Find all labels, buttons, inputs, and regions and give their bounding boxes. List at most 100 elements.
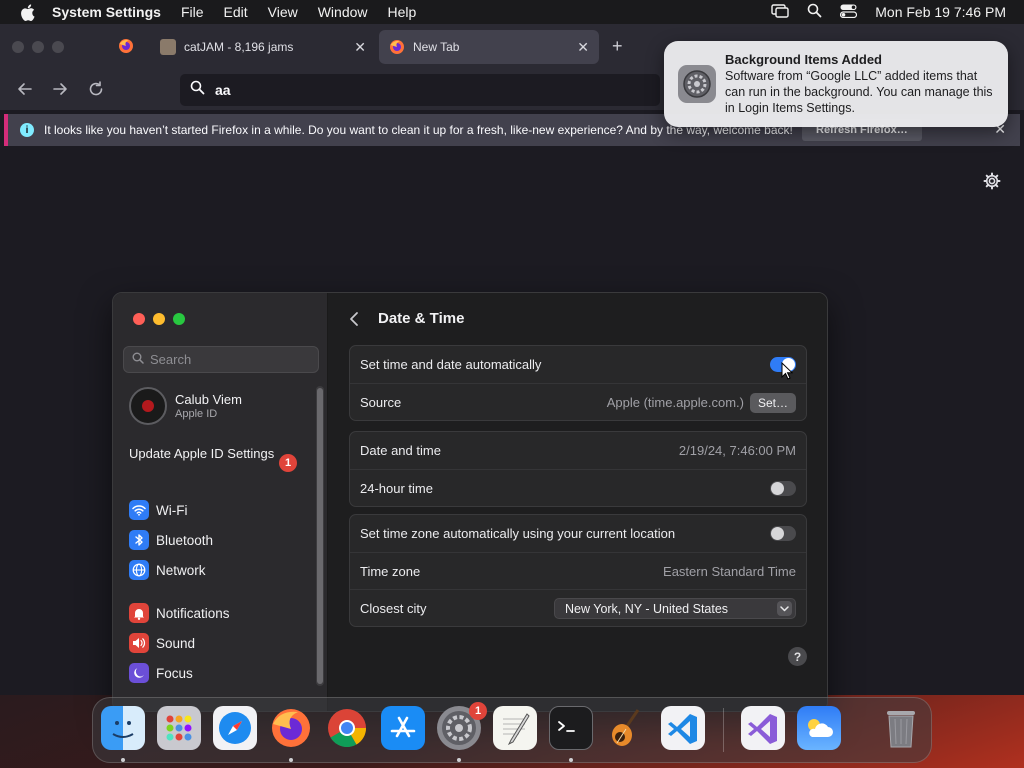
hour24-row: 24-hour time [350,469,806,506]
sidebar-item-sound[interactable]: Sound [129,632,195,654]
timezone-row: Time zone Eastern Standard Time [350,552,806,589]
sidebar-item-bluetooth[interactable]: Bluetooth [129,529,213,551]
account-name: Calub Viem [175,392,242,407]
finder-icon[interactable] [101,706,145,750]
launchpad-icon[interactable] [157,706,201,750]
reload-icon[interactable] [87,80,105,103]
menu-edit[interactable]: Edit [224,4,248,20]
control-center-icon[interactable] [840,4,858,21]
pinned-firefox-tab[interactable] [108,30,144,64]
page-title: Date & Time [378,310,465,327]
closest-city-select[interactable]: New York, NY - United States [554,598,796,619]
close-tab-icon[interactable]: ✕ [354,39,366,56]
close-tab-icon[interactable]: ✕ [577,39,589,56]
info-icon: i [20,123,34,137]
app-store-icon[interactable] [381,706,425,750]
menu-file[interactable]: File [181,4,204,20]
vscode-icon[interactable] [661,706,705,750]
wifi-icon [129,500,149,520]
close-window-button[interactable] [12,41,24,53]
firefox-logo-icon [118,38,134,57]
date-time-row: Date and time 2/19/24, 7:46:00 PM [350,432,806,469]
spotlight-search-icon[interactable] [807,3,822,21]
gear-icon[interactable] [983,172,1001,195]
search-icon [190,80,205,100]
sidebar-item-network[interactable]: Network [129,559,206,581]
running-indicator [289,758,293,762]
avatar [129,387,167,425]
search-input[interactable] [150,352,310,367]
zoom-window-button[interactable] [52,41,64,53]
address-bar[interactable]: aa [180,74,660,106]
source-value: Apple (time.apple.com.) [606,395,744,410]
sidebar-item-label: Wi-Fi [156,502,188,518]
sidebar-item-notifications[interactable]: Notifications [129,602,230,624]
minimize-window-button[interactable] [153,313,165,325]
address-bar-text[interactable]: aa [215,82,231,98]
date-time-pane: Date & Time Set time and date automatica… [328,293,827,711]
apple-id-account[interactable]: Calub Viem Apple ID [129,387,242,425]
textedit-icon[interactable] [493,706,537,750]
forward-arrow-icon[interactable] [51,80,69,103]
date-time-value: 2/19/24, 7:46:00 PM [678,443,796,458]
menu-window[interactable]: Window [318,4,368,20]
firefox-window-controls [12,41,64,53]
tab-title: New Tab [413,40,460,54]
terminal-icon[interactable] [549,706,593,750]
safari-icon[interactable] [213,706,257,750]
globe-icon [129,560,149,580]
menu-view[interactable]: View [268,4,298,20]
menu-bar: System Settings File Edit View Window He… [0,0,1024,24]
tab-new-tab[interactable]: New Tab ✕ [379,30,599,64]
visual-studio-icon[interactable] [741,706,785,750]
trash-icon[interactable] [879,706,923,750]
new-tab-button[interactable]: + [612,36,623,57]
hour24-toggle[interactable] [770,481,796,496]
firefox-logo-icon [389,39,405,55]
dock: 1 [92,697,932,763]
account-subtitle: Apple ID [175,408,218,420]
notification-body: Software from “Google LLC” added items t… [725,69,993,115]
sidebar-item-wifi[interactable]: Wi-Fi [129,499,187,521]
chevron-left-icon[interactable] [348,311,360,332]
garageband-icon[interactable] [605,706,649,750]
tab-catjam[interactable]: catJAM - 8,196 jams ✕ [150,30,376,64]
timezone-label: Time zone [360,563,421,579]
screen-mirroring-icon[interactable] [771,3,789,21]
set-source-button[interactable]: Set… [749,392,796,413]
source-label: Source [360,394,402,410]
system-settings-gear-icon [678,65,716,103]
cat-favicon-icon [160,39,176,55]
close-window-button[interactable] [133,313,145,325]
sidebar-item-label: Bluetooth [156,532,214,548]
active-app-name[interactable]: System Settings [52,4,161,20]
firefox-icon[interactable] [269,706,313,750]
weather-icon[interactable] [797,706,841,750]
apple-menu-icon[interactable] [18,3,36,21]
moon-icon [129,663,149,683]
system-settings-window: Calub Viem Apple ID Update Apple ID Sett… [112,292,828,712]
menubar-clock[interactable]: Mon Feb 19 7:46 PM [875,4,1006,20]
auto-timezone-label: Set time zone automatically using your c… [360,526,676,541]
bluetooth-icon [129,530,149,550]
menu-help[interactable]: Help [388,4,417,20]
chrome-icon[interactable] [325,706,369,750]
sidebar-item-label: Focus [156,665,193,681]
background-items-notification[interactable]: Background Items Added Software from “Go… [664,41,1008,127]
zoom-window-button[interactable] [173,313,185,325]
sidebar-item-focus[interactable]: Focus [129,662,193,684]
closest-city-value: New York, NY - United States [565,601,729,616]
minimize-window-button[interactable] [32,41,44,53]
auto-timezone-row: Set time zone automatically using your c… [350,515,806,552]
help-button[interactable]: ? [788,647,807,666]
sidebar-scrollbar[interactable] [317,388,323,684]
running-indicator [121,758,125,762]
running-indicator [457,758,461,762]
auto-time-group: Set time and date automatically Source A… [349,345,807,421]
date-time-group: Date and time 2/19/24, 7:46:00 PM 24-hou… [349,431,807,507]
back-arrow-icon[interactable] [16,80,34,103]
auto-timezone-toggle[interactable] [770,526,796,541]
update-apple-id-settings[interactable]: Update Apple ID Settings [129,446,299,462]
sidebar-search[interactable] [123,346,319,373]
auto-time-row: Set time and date automatically [350,346,806,383]
